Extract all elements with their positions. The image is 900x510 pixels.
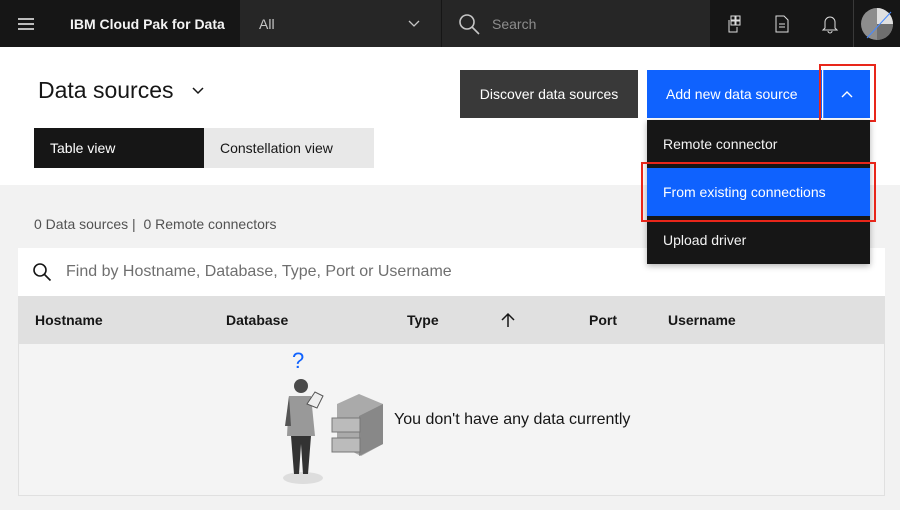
search-icon: [459, 13, 480, 35]
brand[interactable]: IBM Cloud Pak for Data: [70, 0, 225, 47]
column-type[interactable]: Type: [407, 296, 439, 344]
summary: 0 Data sources | 0 Remote connectors: [34, 216, 277, 232]
empty-state-illustration: ?: [283, 348, 383, 484]
svg-text:?: ?: [292, 348, 304, 373]
search-placeholder: Search: [492, 15, 537, 32]
avatar[interactable]: [853, 0, 900, 47]
search-input[interactable]: Search: [442, 0, 710, 47]
column-hostname[interactable]: Hostname: [35, 296, 103, 344]
data-source-count: 0 Data sources |: [34, 216, 136, 232]
menu-item-remote-connector[interactable]: Remote connector: [647, 120, 870, 168]
tab-table-view[interactable]: Table view: [34, 128, 204, 168]
scope-dropdown[interactable]: All: [240, 0, 441, 47]
column-port[interactable]: Port: [589, 296, 617, 344]
table-body: ? You don't have any data currently: [18, 344, 885, 496]
menu-item-upload-driver[interactable]: Upload driver: [647, 216, 870, 264]
menu-icon[interactable]: [0, 0, 52, 47]
arrow-up-icon[interactable]: [501, 296, 515, 344]
view-switcher: Table view Constellation view: [34, 128, 374, 168]
remote-connector-count: 0 Remote connectors: [143, 216, 277, 232]
page-title-text: Data sources: [38, 77, 174, 103]
column-database[interactable]: Database: [226, 296, 288, 344]
table-search-placeholder: Find by Hostname, Database, Type, Port o…: [66, 263, 452, 280]
empty-state-message: You don't have any data currently: [394, 411, 631, 428]
catalog-icon[interactable]: [722, 0, 746, 47]
column-username[interactable]: Username: [668, 296, 736, 344]
top-header: IBM Cloud Pak for Data All Search: [0, 0, 900, 47]
scope-value: All: [259, 15, 275, 32]
table-header: Hostname Database Type Port Username: [18, 296, 885, 344]
discover-button[interactable]: Discover data sources: [460, 70, 638, 118]
chevron-down-icon: [408, 20, 420, 27]
notification-icon[interactable]: [818, 0, 842, 47]
chevron-down-icon: [191, 86, 204, 94]
add-data-source-button[interactable]: Add new data source: [647, 70, 822, 118]
highlight-box: [641, 162, 876, 222]
document-icon[interactable]: [770, 0, 794, 47]
highlight-box: [819, 64, 876, 122]
page-title[interactable]: Data sources: [38, 77, 204, 104]
search-icon: [33, 263, 52, 282]
tab-constellation-view[interactable]: Constellation view: [204, 128, 374, 168]
